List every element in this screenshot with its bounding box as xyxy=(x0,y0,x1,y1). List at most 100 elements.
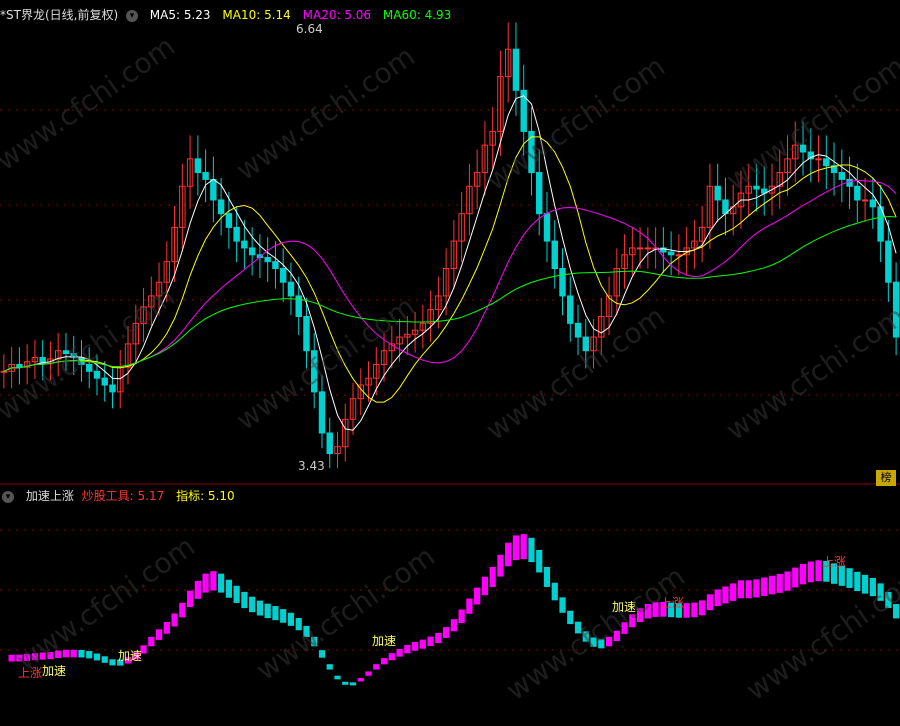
indicator-bar xyxy=(287,612,295,626)
candle-body xyxy=(16,363,23,368)
indicator-bar xyxy=(792,567,799,588)
indicator-bar xyxy=(528,537,535,563)
candle-body xyxy=(101,377,108,386)
signal-label: 加速 xyxy=(372,634,397,648)
candle-body xyxy=(869,199,877,208)
indicator-bar xyxy=(419,639,426,649)
indicator-bar xyxy=(109,659,116,666)
indicator-bar xyxy=(163,622,170,634)
indicator-bar xyxy=(714,589,721,607)
indicator-bar xyxy=(93,653,101,661)
indicator-bar xyxy=(280,609,287,623)
indicator-bar xyxy=(466,598,473,614)
candle-body xyxy=(551,240,558,270)
indicator-bar xyxy=(396,648,403,657)
indicator-bar xyxy=(218,573,225,593)
indicator-bar xyxy=(435,632,442,643)
low-price-label: 3.43 xyxy=(298,459,325,473)
indicator-bar xyxy=(706,594,714,611)
indicator-bar xyxy=(210,571,217,591)
indicator-bar xyxy=(334,675,341,680)
indicator-bar xyxy=(101,656,108,663)
chevron-down-icon[interactable]: ▾ xyxy=(2,490,14,503)
ma5-label: MA5: 5.23 xyxy=(149,8,211,22)
indicator-bar xyxy=(272,606,279,621)
indicator-bar xyxy=(411,642,419,651)
candle-body xyxy=(318,391,326,434)
candle-body xyxy=(287,281,295,297)
candle-body xyxy=(0,370,8,373)
indicator-bar xyxy=(264,603,271,619)
indicator-bar xyxy=(225,579,232,598)
candle-body xyxy=(233,226,240,242)
candle-body xyxy=(241,240,248,249)
indicator-bar xyxy=(699,600,706,616)
candle-body xyxy=(543,213,551,242)
indicator-bar xyxy=(233,585,240,603)
indicator-bar xyxy=(249,596,256,613)
indicator-bar xyxy=(458,609,465,624)
indicator-name: 加速上涨 xyxy=(25,489,74,503)
candle-body xyxy=(194,158,202,174)
indicator-bar xyxy=(551,582,558,601)
candle-body xyxy=(854,185,861,201)
candle-body xyxy=(885,240,892,283)
indicator-bar xyxy=(194,580,201,599)
indicator-bar xyxy=(404,645,411,654)
indicator-bar xyxy=(171,613,178,627)
indicator-bar xyxy=(427,636,434,647)
rank-badge[interactable]: 榜 xyxy=(876,470,896,486)
indicator-bar xyxy=(854,571,861,592)
indicator-bar xyxy=(388,653,395,661)
indicator-bar xyxy=(326,664,333,670)
candle-body xyxy=(861,199,869,202)
ma60-line xyxy=(3,215,897,372)
candle-body xyxy=(574,322,582,338)
indicator-value: 指标: 5.10 xyxy=(176,489,235,503)
indicator-bar xyxy=(450,619,457,632)
candle-body xyxy=(815,158,822,161)
candle-body xyxy=(264,257,271,263)
candle-body xyxy=(823,158,830,167)
candle-body xyxy=(272,261,279,270)
indicator-bar xyxy=(86,651,93,659)
indicator-legend: ▾ 加速上涨 炒股工具: 5.17 指标: 5.10 xyxy=(0,487,243,505)
indicator-bar xyxy=(70,649,77,658)
indicator-bar xyxy=(342,681,349,685)
ma20-label: MA20: 5.06 xyxy=(302,8,372,22)
ma20-line xyxy=(3,179,897,372)
candle-body xyxy=(667,251,675,256)
indicator-bar xyxy=(497,554,504,577)
indicator-bar xyxy=(365,671,372,676)
indicator-bar xyxy=(761,577,768,596)
indicator-bar xyxy=(155,629,163,640)
candle-body xyxy=(714,185,721,201)
candle-body xyxy=(846,178,853,187)
candle-body xyxy=(636,247,644,250)
indicator-bar xyxy=(543,566,551,587)
candle-body xyxy=(559,268,566,297)
indicator-bar xyxy=(474,587,481,605)
indicator-bar xyxy=(768,575,776,595)
indicator-bar xyxy=(536,549,543,573)
indicator-bar xyxy=(567,610,574,625)
stock-chart[interactable] xyxy=(0,0,900,726)
indicator-bar xyxy=(745,580,752,599)
indicator-bar xyxy=(737,580,745,599)
ma10-label: MA10: 5.14 xyxy=(222,8,291,22)
candle-body xyxy=(567,295,574,324)
indicator-bar xyxy=(799,563,807,585)
stock-title: *ST界龙(日线,前复权) xyxy=(0,8,119,22)
chevron-down-icon[interactable]: ▾ xyxy=(125,9,138,22)
candle-body xyxy=(303,315,310,352)
candle-body xyxy=(644,247,652,250)
indicator-bar xyxy=(357,678,364,682)
indicator-bar xyxy=(520,534,527,560)
candle-body xyxy=(225,213,233,228)
indicator-bar xyxy=(241,591,248,609)
indicator-bar xyxy=(691,602,698,618)
candle-body xyxy=(512,48,520,91)
candle-body xyxy=(248,247,256,256)
indicator-bar xyxy=(380,658,388,665)
indicator-bar xyxy=(776,573,783,593)
